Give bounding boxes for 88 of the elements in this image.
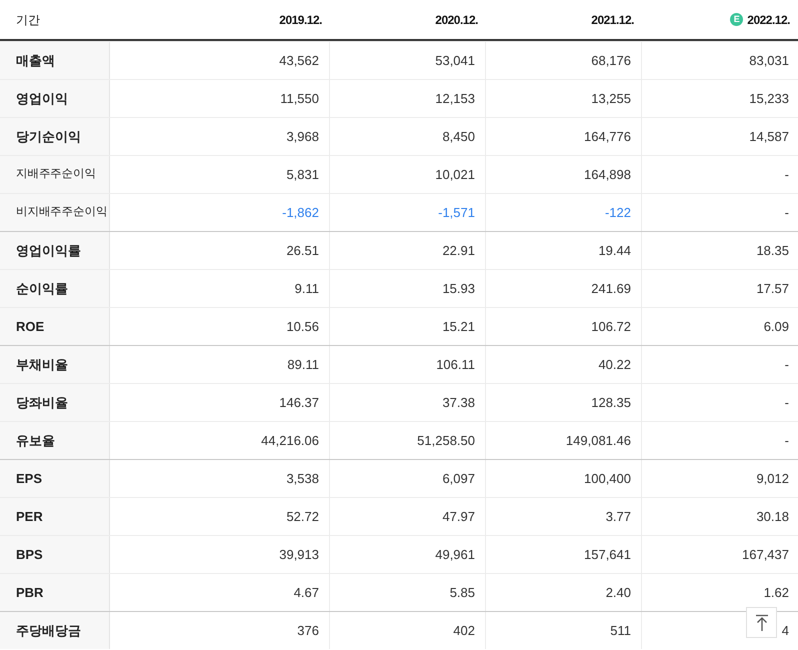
row-header: 지배주주순이익	[0, 156, 110, 193]
table-cell-text: 15.21	[442, 318, 475, 336]
table-cell-text: 13,255	[591, 90, 631, 108]
table-cell-text: 44,216.06	[261, 432, 319, 450]
table-cell-text: 3,538	[286, 470, 319, 488]
row-header: 매출액	[0, 42, 110, 79]
table-cell-text: 402	[453, 622, 475, 640]
table-cell-text: 157,641	[584, 546, 631, 564]
row-header: 부채비율	[0, 346, 110, 383]
table-cell-text: 11,550	[280, 90, 319, 108]
row-header: 당좌비율	[0, 384, 110, 421]
table-cell-text: 2.40	[606, 584, 631, 602]
table-cell-text: 3.77	[606, 508, 631, 526]
table-cell-text: 26.51	[286, 242, 319, 260]
table-cell-text: 164,776	[584, 128, 631, 146]
table-cell-text: 8,450	[442, 128, 475, 146]
row-header: EPS	[0, 460, 110, 497]
row-header: ROE	[0, 308, 110, 345]
table-cell-text: 100,400	[584, 470, 631, 488]
table-cell-text: 6,097	[442, 470, 475, 488]
table-cell-text: 5.85	[450, 584, 475, 602]
table-cell-text: 9.11	[294, 280, 319, 298]
table-cell-text: -	[784, 356, 789, 374]
row-header: 당기순이익	[0, 118, 110, 155]
table-cell-text: 39,913	[279, 546, 319, 564]
table-cell-text: -1,862	[282, 204, 319, 222]
column-header: 2022.12.	[747, 12, 790, 28]
table-cell-text: 4	[782, 622, 789, 640]
table-cell-text: 241.69	[591, 280, 631, 298]
table-cell-text: 106.11	[436, 356, 475, 374]
arrow-up-icon	[754, 614, 768, 632]
table-cell-text: -122	[604, 204, 631, 222]
table-cell-text: 18.35	[756, 242, 789, 260]
table-cell-text: 9,012	[756, 470, 789, 488]
table-cell-text: 10,021	[435, 166, 475, 184]
table-cell-text: 5,831	[286, 166, 319, 184]
table-cell-text: 37.38	[442, 394, 475, 412]
table-cell-text: 22.91	[442, 242, 475, 260]
table-cell-text: 3,968	[286, 128, 319, 146]
table-cell-text: -	[784, 432, 789, 450]
table-cell-text: 52.72	[286, 508, 319, 526]
table-cell-text: 128.35	[591, 394, 631, 412]
table-cell-text: -1,571	[438, 204, 475, 222]
table-cell-text: -	[784, 204, 789, 222]
table-cell-text: 17.57	[756, 280, 789, 298]
table-cell-text: 146.37	[279, 394, 319, 412]
row-header: 순이익률	[0, 270, 110, 307]
row-header: BPS	[0, 536, 110, 573]
table-cell-text: 49,961	[435, 546, 475, 564]
table-cell-text: 511	[610, 622, 631, 640]
table-cell-text: 167,437	[742, 546, 789, 564]
table-cell-text: 149,081.46	[566, 432, 631, 450]
table-cell-text: 6.09	[764, 318, 789, 336]
table-cell-text: 40.22	[598, 356, 631, 374]
table-cell-text: 19.44	[598, 242, 631, 260]
table-cell-text: 12,153	[435, 90, 475, 108]
table-cell-text: 1.62	[764, 584, 789, 602]
table-cell-text: 15,233	[749, 90, 789, 108]
table-cell-text: 14,587	[749, 128, 789, 146]
row-header: 주당배당금	[0, 612, 110, 649]
table-cell-text: 10.56	[286, 318, 319, 336]
table-cell-text: -	[784, 166, 789, 184]
table-cell-text: 89.11	[287, 356, 319, 374]
table-cell-text: 83,031	[749, 52, 789, 70]
scroll-top-button[interactable]	[746, 607, 777, 638]
table-cell-text: 47.97	[442, 508, 475, 526]
estimate-badge: E	[730, 13, 744, 26]
row-header: 유보율	[0, 422, 110, 459]
table-cell-text: 53,041	[435, 52, 475, 70]
table-cell-text: 376	[297, 622, 319, 640]
row-header: 영업이익	[0, 80, 110, 117]
table-cell-text: 51,258.50	[417, 432, 475, 450]
table-cell-text: 68,176	[591, 52, 631, 70]
row-header: PER	[0, 498, 110, 535]
table-cell-text: 164,898	[584, 166, 631, 184]
table-cell-text: 106.72	[591, 318, 631, 336]
column-header: 2020.12.	[435, 12, 478, 28]
table-cell-text: 30.18	[756, 508, 789, 526]
column-header: 2021.12.	[591, 12, 634, 28]
row-header: 비지배주주순이익	[0, 194, 110, 231]
table-cell-text: 15.93	[442, 280, 475, 298]
column-header: 2019.12.	[279, 12, 322, 28]
column-header: 기간	[16, 12, 40, 28]
table-cell-text: 4.67	[294, 584, 319, 602]
row-header: 영업이익률	[0, 232, 110, 269]
table-cell-text: 43,562	[279, 52, 319, 70]
row-header: PBR	[0, 574, 110, 611]
table-cell-text: -	[784, 394, 789, 412]
